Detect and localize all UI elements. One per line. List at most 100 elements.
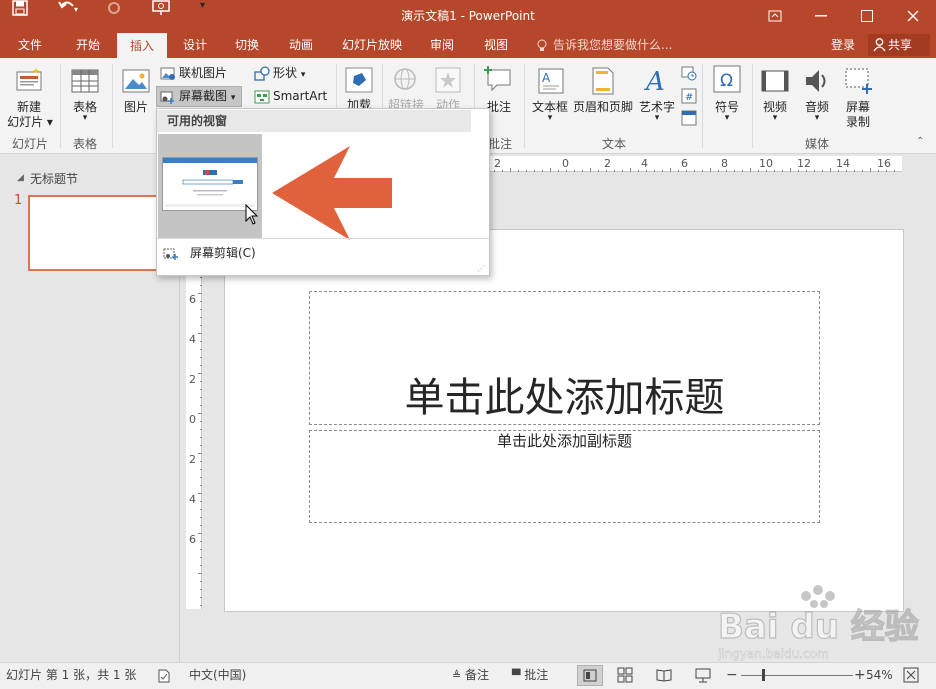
new-slide-icon[interactable] [14,66,44,96]
sign-in-link[interactable]: 登录 [831,32,855,58]
subtitle-placeholder[interactable]: 单击此处添加副标题 [309,430,820,451]
picture-icon[interactable] [121,66,151,96]
date-time-icon[interactable] [681,65,697,81]
header-footer-icon[interactable] [590,66,616,96]
symbol-dropdown-icon[interactable]: ▾ [708,113,746,123]
maximize-icon[interactable] [844,0,890,32]
object-icon[interactable] [681,110,697,126]
new-slide-label-2[interactable]: 幻灯片 ▾ [6,113,54,130]
lightbulb-icon [537,39,547,55]
screen-clipping-item[interactable]: 屏幕剪辑(C) [190,244,256,262]
wordart-dropdown-icon[interactable]: ▾ [636,113,678,123]
header-footer-label[interactable]: 页眉和页脚 [572,98,634,115]
zoom-out-icon[interactable]: − [726,662,738,689]
tell-me-input[interactable]: 告诉我您想要做什么... [553,32,672,58]
screenshot-label-text: 屏幕截图 [179,89,228,103]
online-pictures-label[interactable]: 联机图片 [179,63,227,83]
notes-button[interactable]: ≜ 备注 [452,662,489,689]
tab-transitions[interactable]: 切换 [224,32,270,58]
ruler-tick [200,557,202,558]
svg-text:▾: ▾ [74,5,78,14]
comments-status-label: 批注 [524,668,549,682]
comment-icon[interactable] [484,64,514,94]
slide-thumbnail[interactable] [28,195,168,271]
textbox-dropdown-icon[interactable]: ▾ [528,113,572,123]
section-collapse-icon[interactable]: ◢ [17,173,24,183]
tab-insert[interactable]: 插入 [117,33,167,58]
addins-icon[interactable] [344,66,374,94]
save-icon[interactable] [12,0,42,19]
ruler-tick [814,170,815,172]
ruler-label: 14 [836,157,850,170]
zoom-slider-thumb[interactable] [762,669,765,681]
table-icon[interactable] [70,66,100,96]
comments-icon: ▀ [512,669,521,682]
shapes-icon[interactable] [254,66,270,82]
ruler-tick [200,485,202,486]
textbox-icon[interactable]: A [536,66,566,96]
ribbon-display-options-icon[interactable] [752,0,798,32]
tab-animations[interactable]: 动画 [276,32,326,58]
ruler-label: 12 [797,157,811,170]
ruler-tick [558,170,559,172]
wordart-icon[interactable]: A [644,66,670,97]
online-pictures-icon[interactable] [160,66,176,82]
customize-qat-icon[interactable]: ▾ [200,0,220,11]
normal-view-button[interactable] [577,665,603,686]
zoom-level[interactable]: 54% [866,662,893,689]
start-from-beginning-icon[interactable] [152,0,182,19]
svg-text:A: A [542,71,551,85]
tab-review[interactable]: 审阅 [418,32,466,58]
comments-button[interactable]: ▀ 批注 [512,662,548,689]
slideshow-view-icon[interactable] [695,667,711,686]
hyperlink-icon[interactable] [392,66,420,94]
redo-icon[interactable] [106,0,130,19]
slide-number-icon[interactable]: # [681,88,697,104]
screen-recording-label-2[interactable]: 录制 [838,113,878,130]
ruler-tick [726,170,727,172]
resize-grip-icon[interactable]: ⋰ [477,264,485,273]
tab-home[interactable]: 开始 [64,32,112,58]
reading-view-icon[interactable] [656,667,672,686]
ruler-label: 0 [562,157,569,170]
action-icon[interactable] [434,66,462,94]
language-status[interactable]: 中文(中国) [189,662,246,689]
audio-dropdown-icon[interactable]: ▾ [798,113,836,123]
ruler-tick [782,170,783,172]
ruler-label: 10 [759,157,773,170]
spell-check-icon[interactable] [157,662,171,689]
video-dropdown-icon[interactable]: ▾ [756,113,794,123]
shapes-label[interactable]: 形状 ▾ [273,63,305,83]
group-separator [60,64,61,148]
tab-slideshow[interactable]: 幻灯片放映 [334,32,410,58]
minimize-icon[interactable] [798,0,844,32]
slide-sorter-view-icon[interactable] [617,667,633,686]
tab-design[interactable]: 设计 [172,32,218,58]
ruler-label: 6 [189,533,196,546]
tab-view[interactable]: 视图 [472,32,520,58]
share-label: 共享 [888,38,913,52]
table-dropdown-icon[interactable]: ▾ [64,113,106,123]
video-icon[interactable] [760,66,790,96]
picture-label[interactable]: 图片 [116,98,156,115]
ruler-label: 16 [877,157,891,170]
fit-to-window-icon[interactable] [903,667,919,686]
audio-icon[interactable] [802,66,832,96]
undo-icon[interactable]: ▾ [58,0,94,17]
zoom-slider-track[interactable] [741,675,853,676]
collapse-ribbon-icon[interactable]: ⌃ [916,136,924,147]
ruler-tick [686,170,687,172]
ruler-tick [790,168,791,172]
zoom-in-icon[interactable]: + [854,662,866,689]
ruler-label: 8 [721,157,728,170]
dropdown-separator [157,238,489,239]
tab-file[interactable]: 文件 [6,32,54,58]
close-icon[interactable] [890,0,936,32]
title-placeholder[interactable]: 单击此处添加标题 [309,365,820,423]
smartart-icon[interactable] [254,89,270,105]
smartart-label[interactable]: SmartArt [273,86,327,106]
ruler-tick [646,170,647,172]
screen-recording-icon[interactable] [843,66,873,96]
section-title[interactable]: 无标题节 [30,170,78,187]
symbol-icon[interactable]: Ω [712,64,742,94]
